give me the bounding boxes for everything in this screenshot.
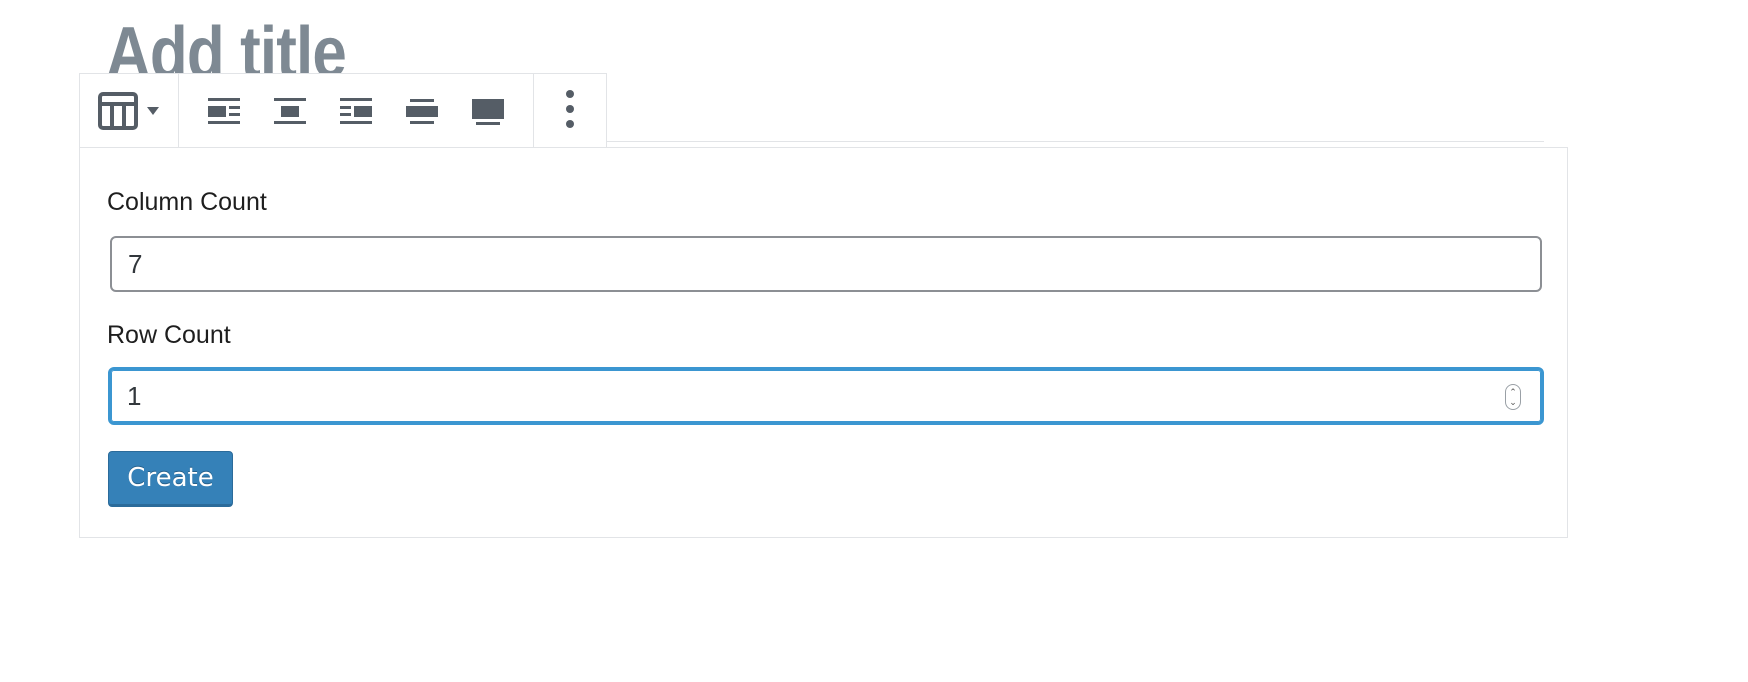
row-count-value: 1 xyxy=(127,380,142,411)
align-full-icon xyxy=(472,97,504,125)
row-count-label: Row Count xyxy=(107,321,231,349)
align-left-icon xyxy=(208,97,240,125)
align-left-button[interactable] xyxy=(191,74,257,148)
chevron-down-icon: ⌄ xyxy=(1509,397,1517,407)
block-toolbar xyxy=(79,73,607,149)
align-wide-button[interactable] xyxy=(389,74,455,148)
align-center-icon xyxy=(274,97,306,125)
block-switcher[interactable] xyxy=(80,74,178,148)
create-button[interactable]: Create xyxy=(108,451,233,507)
title-divider xyxy=(590,141,1544,142)
align-wide-icon xyxy=(406,97,438,125)
row-count-input[interactable]: 1 ⌃ ⌄ xyxy=(108,367,1544,425)
column-count-value: 7 xyxy=(128,248,143,279)
table-icon xyxy=(98,92,138,130)
more-options-button[interactable] xyxy=(533,74,606,148)
column-count-input[interactable]: 7 xyxy=(110,236,1542,292)
chevron-up-icon: ⌃ xyxy=(1509,387,1517,397)
table-placeholder xyxy=(79,147,1568,538)
align-right-button[interactable] xyxy=(323,74,389,148)
caret-down-icon xyxy=(146,106,160,116)
align-center-button[interactable] xyxy=(257,74,323,148)
column-count-label: Column Count xyxy=(107,188,267,216)
align-full-button[interactable] xyxy=(455,74,521,148)
number-spinner[interactable]: ⌃ ⌄ xyxy=(1505,384,1521,410)
alignment-group xyxy=(178,74,533,148)
more-vertical-icon xyxy=(565,89,575,134)
align-right-icon xyxy=(340,97,372,125)
